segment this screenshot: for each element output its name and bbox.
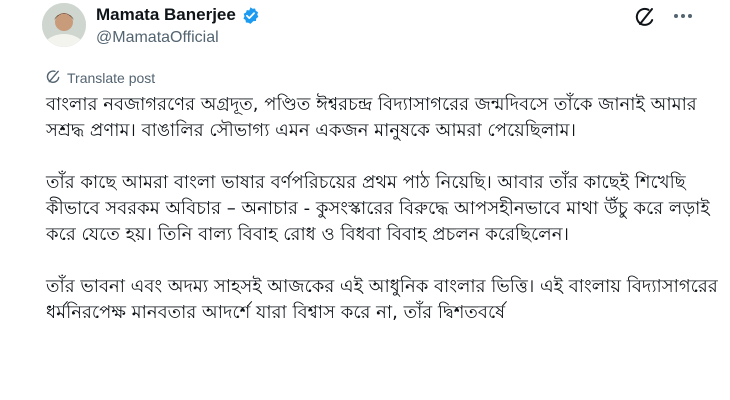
author-handle[interactable]: @MamataOfficial bbox=[96, 29, 219, 47]
verified-badge-icon bbox=[241, 6, 260, 25]
post-paragraph: তাঁর ভাবনা এবং অদম্য সাহসই আজকের এই আধুন… bbox=[46, 276, 718, 323]
grok-icon[interactable] bbox=[634, 6, 656, 28]
author-name-row[interactable]: Mamata Banerjee bbox=[96, 5, 260, 25]
author-display-name[interactable]: Mamata Banerjee bbox=[96, 5, 236, 25]
translate-label: Translate post bbox=[67, 70, 156, 86]
translate-icon bbox=[46, 69, 61, 87]
avatar[interactable] bbox=[42, 3, 86, 47]
more-icon[interactable] bbox=[671, 4, 695, 28]
post-header: Mamata Banerjee @MamataOfficial bbox=[0, 0, 730, 70]
post-paragraph: বাংলার নবজাগরণের অগ্রদূত, পণ্ডিত ঈশ্বরচন… bbox=[46, 94, 697, 141]
translate-post-link[interactable]: Translate post bbox=[46, 69, 155, 87]
post-paragraph: তাঁর কাছে আমরা বাংলা ভাষার বর্ণপরিচয়ের … bbox=[46, 172, 710, 245]
post-text: বাংলার নবজাগরণের অগ্রদূত, পণ্ডিত ঈশ্বরচন… bbox=[46, 92, 722, 352]
